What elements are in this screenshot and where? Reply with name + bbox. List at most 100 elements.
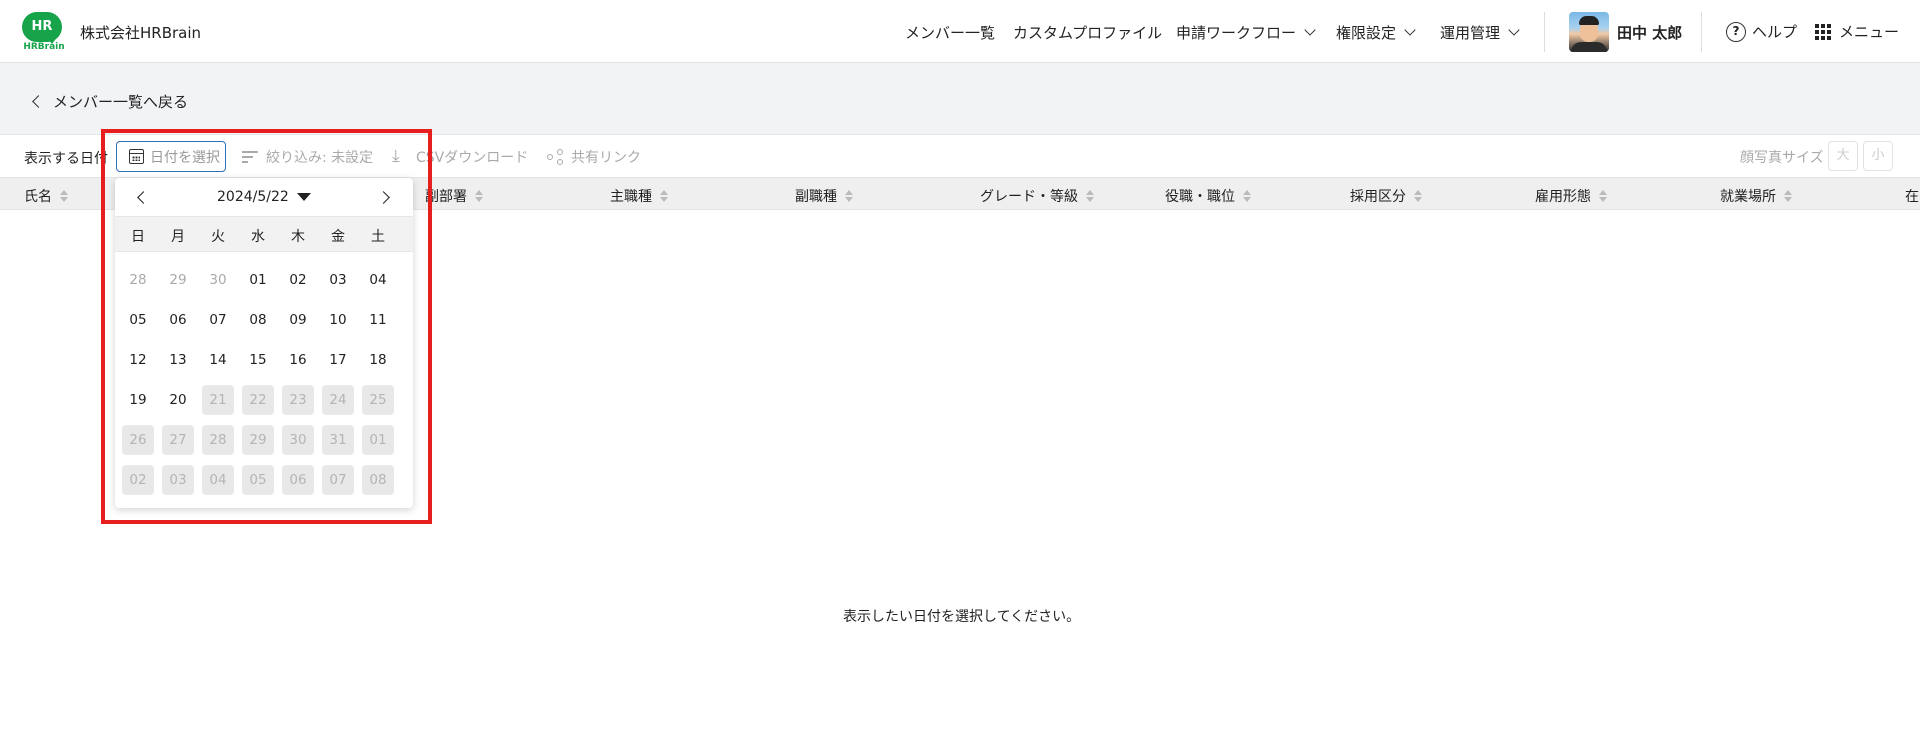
calendar-day[interactable]: 01 — [242, 265, 274, 295]
calendar-day: 25 — [362, 385, 394, 415]
column-workplace[interactable]: 就業場所 — [1720, 186, 1792, 206]
calendar-day: 26 — [122, 425, 154, 455]
column-grade[interactable]: グレード・等級 — [980, 186, 1094, 206]
user-name[interactable]: 田中 太郎 — [1617, 22, 1682, 43]
calendar-day[interactable]: 08 — [242, 305, 274, 335]
calendar-day[interactable]: 12 — [122, 345, 154, 375]
share-icon — [547, 149, 563, 165]
back-bar: メンバー一覧へ戻る — [0, 63, 1920, 135]
hrbrain-logo[interactable]: HR HRBrain — [22, 12, 66, 54]
help-link[interactable]: ? ヘルプ — [1726, 21, 1797, 42]
date-picker-header: 2024/5/22 — [115, 178, 413, 216]
column-label: 氏名 — [24, 189, 52, 205]
calendar-day[interactable]: 11 — [362, 305, 394, 335]
chevron-left-icon — [32, 95, 45, 108]
calendar-day[interactable]: 15 — [242, 345, 274, 375]
calendar-day: 27 — [162, 425, 194, 455]
calendar-day[interactable]: 14 — [202, 345, 234, 375]
chevron-left-icon[interactable] — [137, 191, 150, 204]
menu-button[interactable]: メニュー — [1815, 21, 1899, 42]
nav-label: カスタムプロファイル — [1013, 23, 1163, 42]
calendar-day: 03 — [162, 465, 194, 495]
calendar-day: 08 — [362, 465, 394, 495]
column-sub-department[interactable]: 副部署 — [425, 186, 483, 206]
menu-label: メニュー — [1839, 23, 1900, 41]
calendar-day: 30 — [282, 425, 314, 455]
calendar-day[interactable]: 09 — [282, 305, 314, 335]
column-label: 役職・職位 — [1165, 189, 1235, 205]
column-label: 就業場所 — [1720, 189, 1776, 205]
calendar-day: 31 — [322, 425, 354, 455]
column-label: 主職種 — [610, 189, 652, 205]
column-employment-type[interactable]: 雇用形態 — [1535, 186, 1607, 206]
weekday-label: 日 — [131, 229, 145, 245]
month-selector[interactable]: 2024/5/22 — [217, 189, 311, 205]
sort-icon — [1243, 190, 1251, 202]
logo-wordmark: HRBrain — [23, 42, 65, 52]
calendar-day: 23 — [282, 385, 314, 415]
nav-permissions[interactable]: 権限設定 — [1336, 22, 1416, 42]
nav-custom-profile[interactable]: カスタムプロファイル — [1013, 22, 1162, 42]
nav-operations[interactable]: 運用管理 — [1440, 22, 1520, 42]
avatar[interactable] — [1569, 12, 1609, 52]
nav-label: メンバー一覧 — [905, 23, 996, 42]
weekday-label: 金 — [331, 229, 345, 245]
column-label: グレード・等級 — [980, 189, 1078, 205]
calendar-day[interactable]: 05 — [122, 305, 154, 335]
sort-icon — [1784, 190, 1792, 202]
calendar-day[interactable]: 18 — [362, 345, 394, 375]
nav-workflow[interactable]: 申請ワークフロー — [1176, 22, 1316, 42]
calendar-day[interactable]: 03 — [322, 265, 354, 295]
calendar-day[interactable]: 19 — [122, 385, 154, 415]
calendar-day[interactable]: 07 — [202, 305, 234, 335]
photo-size-large-button[interactable]: 大 — [1828, 141, 1858, 171]
calendar-day[interactable]: 20 — [162, 385, 194, 415]
sort-icon — [660, 190, 668, 202]
weekday-label: 水 — [251, 229, 265, 245]
calendar-day[interactable]: 30 — [202, 265, 234, 295]
sort-icon — [60, 190, 68, 202]
calendar-day[interactable]: 17 — [322, 345, 354, 375]
column-hiring-type[interactable]: 採用区分 — [1350, 186, 1422, 206]
chevron-down-icon — [1404, 23, 1416, 36]
weekday-label: 火 — [211, 229, 225, 245]
calendar-day: 01 — [362, 425, 394, 455]
nav-member-list[interactable]: メンバー一覧 — [905, 22, 995, 42]
photo-size-label: 顔写真サイズ — [1740, 150, 1824, 166]
company-name: 株式会社HRBrain — [80, 24, 202, 42]
calendar-day[interactable]: 29 — [162, 265, 194, 295]
calendar-day[interactable]: 04 — [362, 265, 394, 295]
calendar-day[interactable]: 06 — [162, 305, 194, 335]
date-picker: 2024/5/22 日 月 火 水 木 金 土 28 29 30 01 02 03 04 05 06 07 08… — [115, 178, 413, 508]
column-name[interactable]: 氏名 — [24, 186, 68, 206]
help-icon: ? — [1726, 21, 1746, 42]
column-label: 在 — [1905, 189, 1919, 205]
nav-label: 申請ワークフロー — [1176, 23, 1297, 42]
share-link-button[interactable]: 共有リンク — [547, 147, 641, 167]
weekday-row: 日月火水木金土 — [115, 216, 413, 252]
share-label: 共有リンク — [571, 150, 641, 166]
calendar-day: 29 — [242, 425, 274, 455]
sort-icon — [845, 190, 853, 202]
calendar-day[interactable]: 13 — [162, 345, 194, 375]
sort-icon — [1599, 190, 1607, 202]
calendar-day[interactable]: 02 — [282, 265, 314, 295]
back-to-member-list-link[interactable]: メンバー一覧へ戻る — [32, 91, 188, 112]
calendar-day[interactable]: 10 — [322, 305, 354, 335]
calendar-day[interactable]: 16 — [282, 345, 314, 375]
grid-icon — [1815, 23, 1831, 40]
column-main-job[interactable]: 主職種 — [610, 186, 668, 206]
column-sub-job[interactable]: 副職種 — [795, 186, 853, 206]
sort-icon — [475, 190, 483, 202]
column-truncated[interactable]: 在 — [1905, 186, 1919, 206]
weekday-label: 土 — [371, 229, 385, 245]
chevron-right-icon[interactable] — [377, 191, 390, 204]
caret-down-icon — [296, 193, 311, 201]
column-label: 雇用形態 — [1535, 189, 1591, 205]
calendar-day[interactable]: 28 — [122, 265, 154, 295]
empty-state-message: 表示したい日付を選択してください。 — [843, 609, 1081, 625]
photo-size-small-button[interactable]: 小 — [1863, 141, 1893, 171]
csv-label: CSVダウンロード — [416, 150, 529, 166]
calendar-day: 28 — [202, 425, 234, 455]
column-position[interactable]: 役職・職位 — [1165, 186, 1251, 206]
